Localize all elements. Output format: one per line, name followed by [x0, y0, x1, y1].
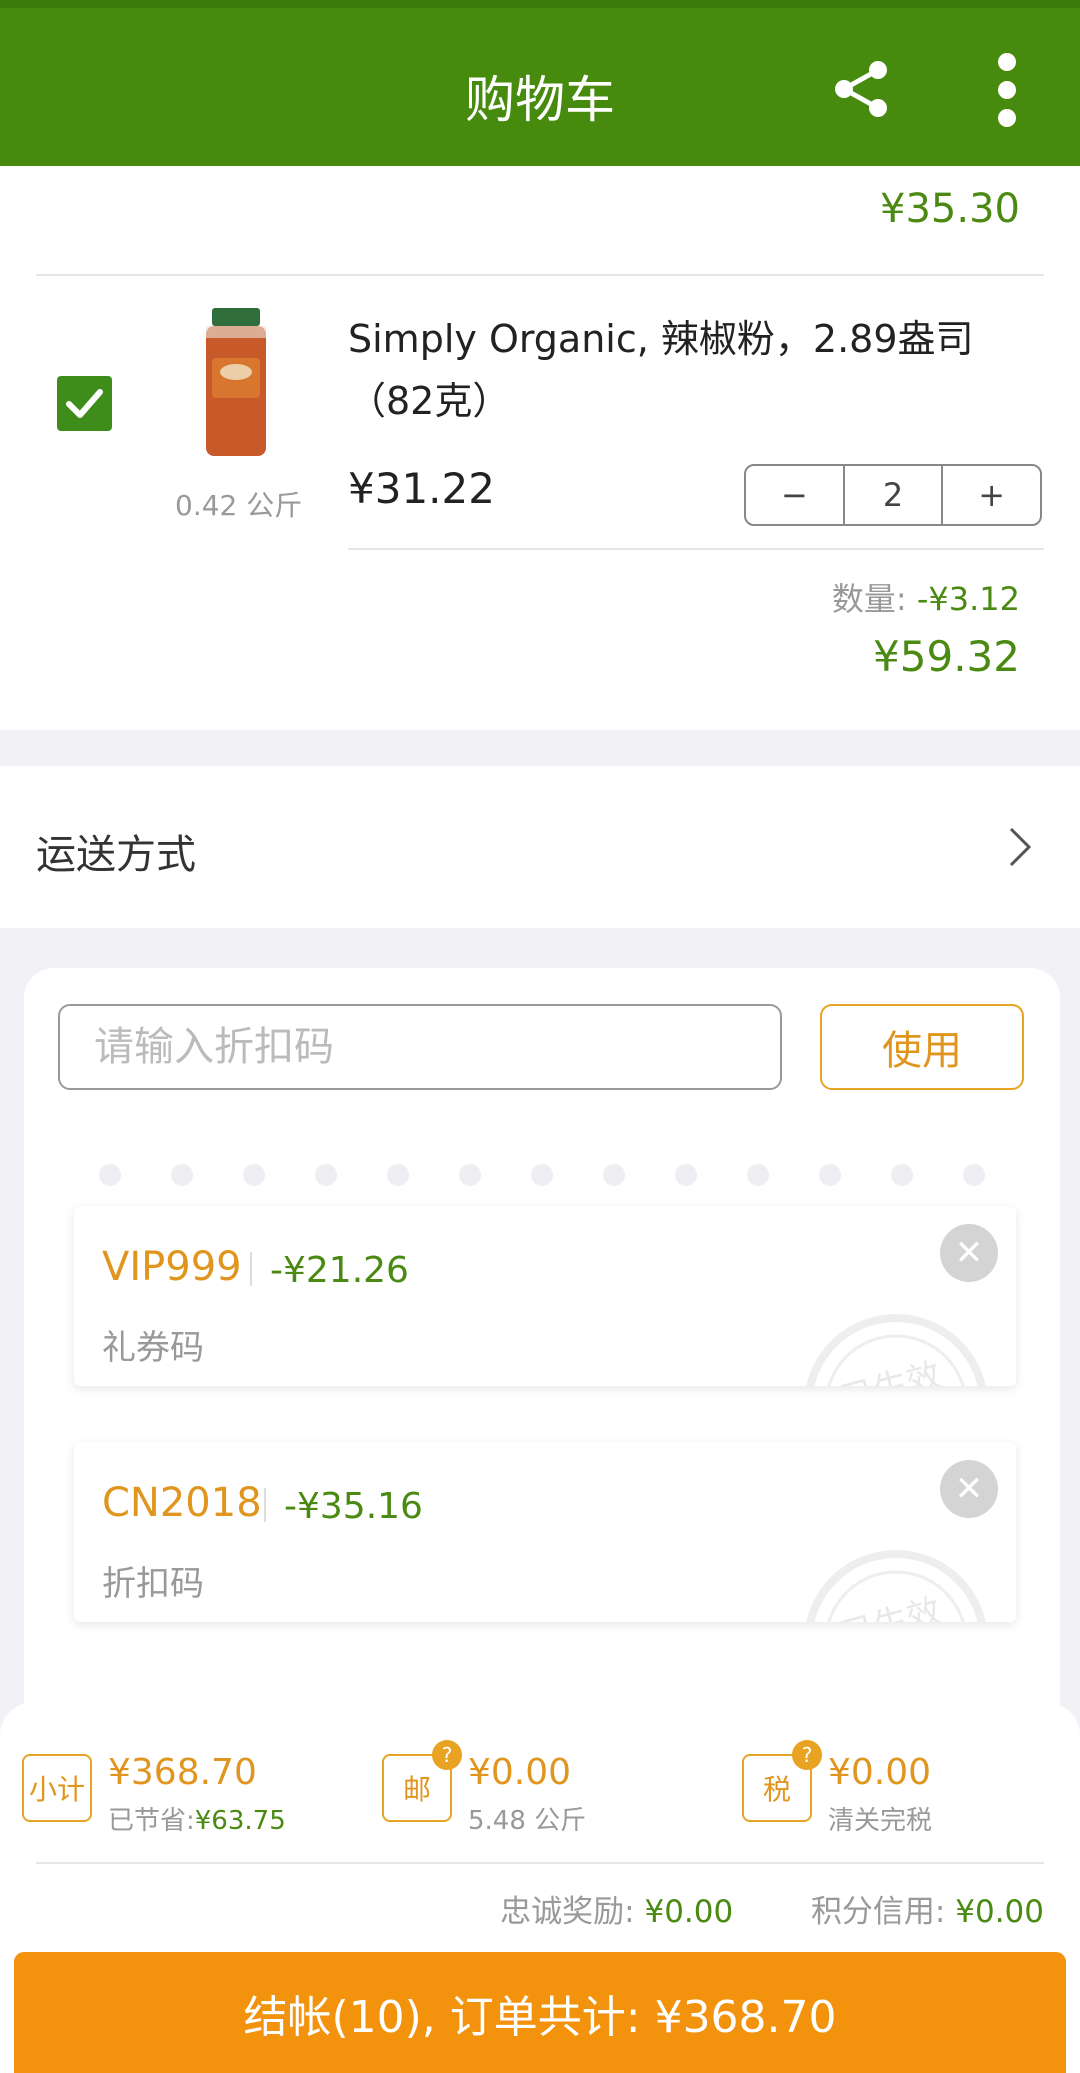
applied-stamp: 已生效	[806, 1550, 986, 1622]
decrease-button[interactable]: −	[746, 466, 843, 524]
cart-card: ¥35.30 0.42 公斤 Simply Organic, 辣椒粉，2.89盎…	[0, 166, 1080, 730]
line-total: ¥59.32	[873, 632, 1020, 681]
app-header: 购物车	[0, 0, 1080, 166]
applied-stamp: 已生效	[806, 1314, 986, 1386]
product-image[interactable]	[200, 308, 272, 458]
coupon-amount: -¥35.16	[284, 1486, 423, 1527]
coupon-type: 折扣码	[102, 1564, 204, 1604]
quantity-discount-value: -¥3.12	[916, 580, 1020, 618]
quantity-discount-label: 数量:	[831, 580, 917, 618]
subtotal-icon: 小计	[22, 1754, 92, 1822]
checkout-button[interactable]: 结帐(10), 订单共计: ¥368.70	[14, 1952, 1066, 2073]
increase-button[interactable]: +	[943, 466, 1040, 524]
product-name[interactable]: Simply Organic, 辣椒粉，2.89盎司（82克）	[348, 308, 1028, 432]
divider	[348, 548, 1044, 550]
perforation-divider	[99, 1164, 985, 1186]
discount-section: 使用 VIP999 -¥21.26 礼券码 ✕ 已生效 CN2018 -¥35.…	[24, 968, 1060, 1728]
divider	[36, 1862, 1044, 1864]
previous-item-total: ¥35.30	[880, 186, 1020, 232]
coupon-code: CN2018	[102, 1480, 262, 1526]
share-icon[interactable]	[830, 58, 892, 120]
checkmark-icon	[66, 389, 103, 418]
postage-weight: 5.48 公斤	[468, 1806, 587, 1836]
quantity-value[interactable]: 2	[842, 466, 944, 524]
apply-code-button[interactable]: 使用	[820, 1004, 1024, 1090]
help-icon[interactable]: ?	[432, 1740, 462, 1770]
saved-value: ¥63.75	[194, 1806, 286, 1836]
shipping-method-row[interactable]: 运送方式	[0, 766, 1080, 928]
tax-note: 清关完税	[828, 1806, 933, 1836]
loyalty-value: ¥0.00	[644, 1894, 734, 1930]
coupon-code: VIP999	[102, 1244, 242, 1290]
remove-coupon-button[interactable]: ✕	[940, 1460, 998, 1518]
divider	[264, 1488, 266, 1522]
help-icon[interactable]: ?	[792, 1740, 822, 1770]
subtotal-value: ¥368.70	[108, 1752, 257, 1793]
saved-label: 已节省:	[108, 1806, 195, 1836]
credit-label: 积分信用:	[810, 1894, 956, 1930]
divider	[36, 274, 1044, 276]
stamp-text: 已生效	[837, 1591, 946, 1622]
more-vertical-icon[interactable]	[990, 52, 1024, 128]
shipping-method-label: 运送方式	[36, 832, 196, 878]
coupon-type: 礼券码	[102, 1328, 204, 1368]
stamp-text: 已生效	[837, 1355, 946, 1386]
remove-coupon-button[interactable]: ✕	[940, 1224, 998, 1282]
page-title: 购物车	[465, 71, 615, 129]
item-checkbox[interactable]	[57, 376, 112, 431]
saved-amount: 已节省:¥63.75	[108, 1800, 286, 1837]
tax-value: ¥0.00	[828, 1752, 932, 1793]
discount-code-input[interactable]	[58, 1004, 782, 1090]
credit-value: ¥0.00	[955, 1894, 1044, 1930]
quantity-stepper: − 2 +	[744, 464, 1042, 526]
quantity-discount: 数量: -¥3.12	[832, 574, 1020, 620]
divider	[250, 1252, 252, 1286]
applied-coupon: CN2018 -¥35.16 折扣码 ✕ 已生效	[74, 1442, 1016, 1622]
product-price: ¥31.22	[348, 464, 495, 513]
postage-value: ¥0.00	[468, 1752, 572, 1793]
item-weight: 0.42 公斤	[175, 489, 303, 522]
chevron-right-icon	[1009, 827, 1032, 867]
applied-coupon: VIP999 -¥21.26 礼券码 ✕ 已生效	[74, 1206, 1016, 1386]
loyalty-label: 忠诚奖励:	[500, 1894, 645, 1930]
rewards-row: 忠诚奖励: ¥0.00 积分信用: ¥0.00	[500, 1886, 1044, 1931]
coupon-amount: -¥21.26	[270, 1250, 409, 1291]
